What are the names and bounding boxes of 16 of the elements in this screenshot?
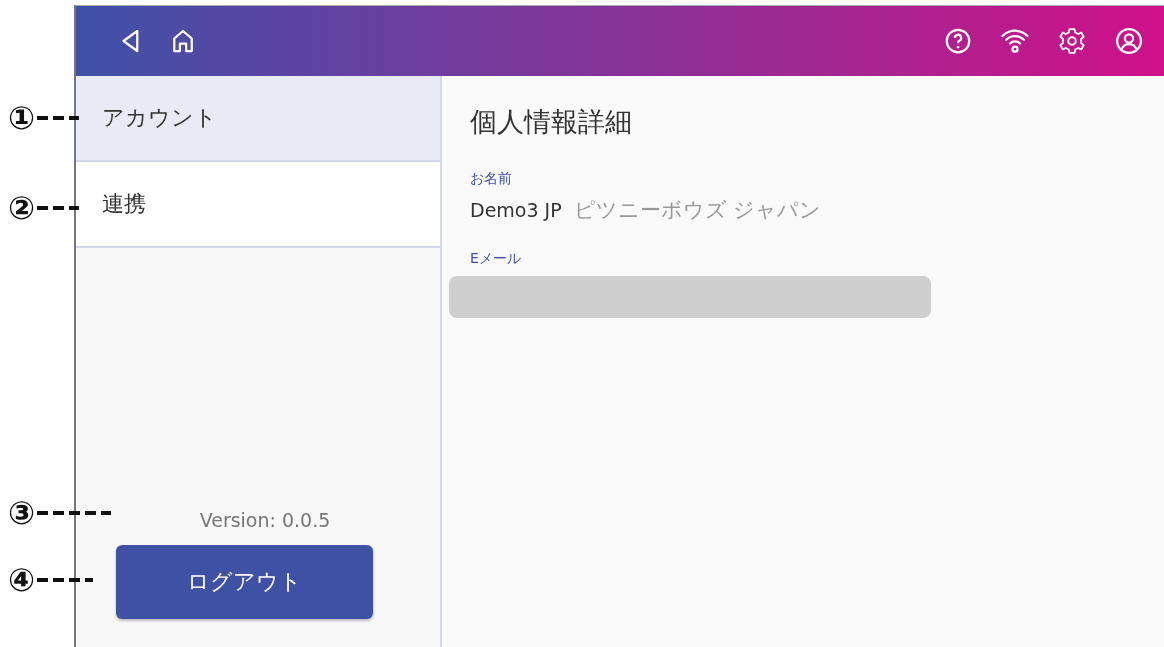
settings-icon[interactable]	[1057, 26, 1087, 56]
callout-number: ②	[8, 188, 36, 228]
field-value: Demo3 JP	[470, 199, 562, 221]
help-icon[interactable]	[943, 26, 973, 56]
logout-button[interactable]: ログアウト	[115, 545, 373, 619]
field-value: ピツニーボウズ ジャパン	[573, 197, 822, 224]
sidebar-item[interactable]: アカウント	[76, 76, 440, 162]
field-label: Eメール	[470, 250, 521, 268]
callout-number: ③	[8, 493, 36, 533]
callout-number: ④	[8, 560, 36, 600]
sidebar-item[interactable]: 連携	[76, 162, 440, 248]
callout-number: ①	[8, 98, 36, 138]
version-text: Version: 0.0.5	[198, 509, 331, 531]
field-label: お名前	[470, 170, 512, 188]
account-icon[interactable]	[1114, 26, 1144, 56]
section-title: 個人情報詳細	[470, 105, 632, 139]
